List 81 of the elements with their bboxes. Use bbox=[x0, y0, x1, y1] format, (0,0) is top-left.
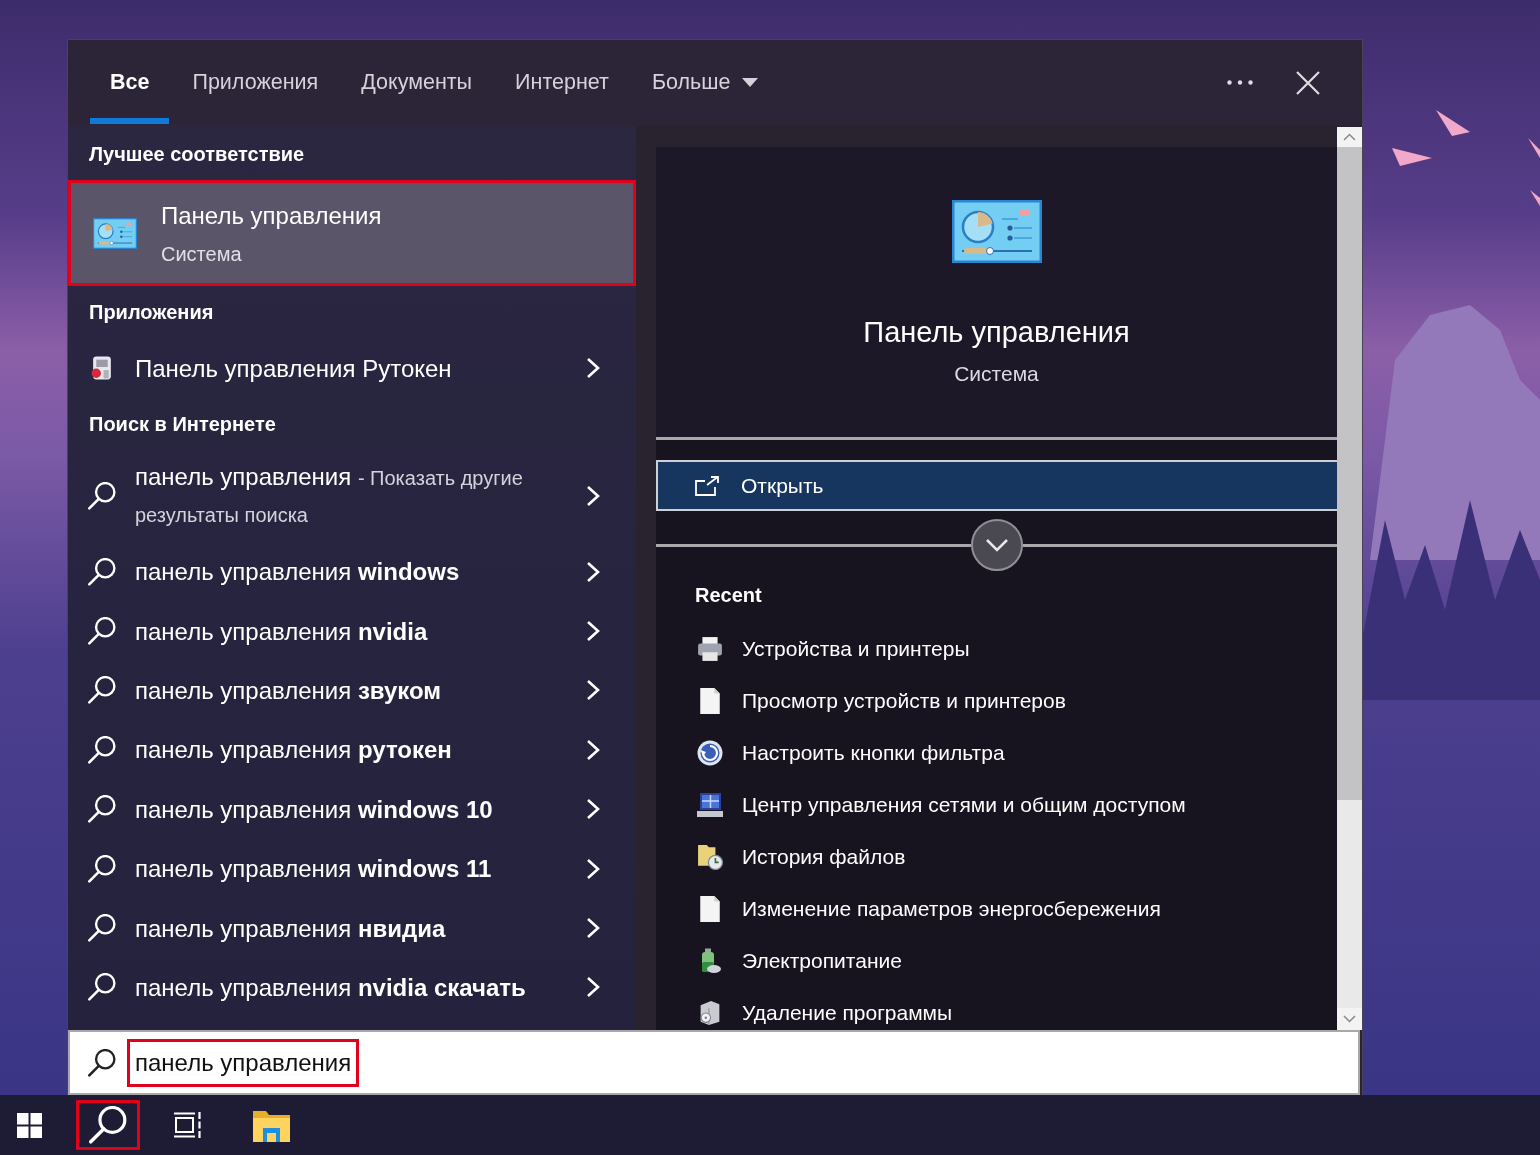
folder-icon bbox=[252, 1108, 290, 1142]
scroll-up-icon[interactable] bbox=[1337, 127, 1362, 147]
windows-logo-icon bbox=[16, 1112, 42, 1138]
tab[interactable]: Документы bbox=[341, 40, 493, 125]
recent-heading: Recent bbox=[695, 583, 762, 608]
web-result[interactable]: панель управления рутокен bbox=[68, 720, 636, 780]
scrollbar-thumb[interactable] bbox=[1337, 147, 1362, 800]
web-result[interactable]: панель управления windows bbox=[68, 542, 636, 602]
web-result[interactable]: панель управления nvidia скачать bbox=[68, 957, 636, 1018]
recent-item[interactable]: Просмотр устройств и принтеров bbox=[656, 675, 1337, 727]
web-result[interactable]: панель управления звуком bbox=[68, 660, 636, 721]
printer-icon bbox=[697, 637, 723, 661]
scrollbar[interactable] bbox=[1337, 127, 1362, 1030]
dial-icon bbox=[697, 740, 723, 766]
tab[interactable]: Приложения bbox=[172, 40, 339, 125]
search-icon bbox=[88, 914, 116, 943]
chevron-right-icon bbox=[586, 857, 600, 880]
recent-item[interactable]: Устройства и принтеры bbox=[656, 623, 1337, 675]
section-heading: Лучшее соответствие bbox=[89, 142, 305, 166]
task-view-icon bbox=[174, 1112, 202, 1138]
chevron-right-icon bbox=[586, 620, 600, 643]
search-icon bbox=[88, 1048, 116, 1077]
search-icon bbox=[88, 482, 116, 510]
app-result[interactable]: Панель управления Рутокен bbox=[68, 338, 636, 398]
control-panel-icon bbox=[93, 217, 137, 249]
recent-item[interactable]: История файлов bbox=[656, 831, 1337, 883]
folder-clock-icon bbox=[697, 844, 723, 870]
recent-item[interactable]: Электропитание bbox=[656, 935, 1337, 987]
chevron-right-icon bbox=[586, 485, 600, 507]
bird-icon bbox=[1530, 190, 1540, 206]
chevron-right-icon bbox=[586, 679, 600, 702]
best-match-result[interactable]: Панель управления Система bbox=[68, 180, 636, 286]
web-result[interactable]: панель управления windows 10 bbox=[68, 779, 636, 839]
recent-item[interactable]: Настроить кнопки фильтра bbox=[656, 727, 1337, 779]
result-title: Панель управления bbox=[161, 200, 382, 230]
chevron-right-icon bbox=[586, 357, 600, 379]
search-icon bbox=[88, 795, 116, 824]
recent-item[interactable]: Изменение параметров энергосбережения bbox=[656, 883, 1337, 935]
web-result[interactable]: панель управления nvidia bbox=[68, 601, 636, 661]
web-result[interactable]: панель управления нвидиа bbox=[68, 898, 636, 958]
chevron-right-icon bbox=[586, 976, 600, 999]
search-query: панель управления bbox=[127, 1038, 360, 1087]
search-icon bbox=[88, 617, 116, 646]
control-panel-icon bbox=[951, 200, 1042, 263]
bird-icon bbox=[1436, 110, 1470, 136]
section-heading: Поиск в Интернете bbox=[89, 412, 276, 436]
more-icon bbox=[1227, 80, 1253, 85]
tab[interactable]: Все bbox=[90, 40, 170, 125]
chevron-right-icon bbox=[586, 917, 600, 940]
search-icon bbox=[88, 973, 116, 1002]
taskbar-search-button[interactable] bbox=[76, 1100, 140, 1150]
web-result[interactable]: панель управления windows 11 bbox=[68, 838, 636, 899]
chevron-right-icon bbox=[586, 560, 600, 583]
bird-icon bbox=[1528, 138, 1540, 158]
preview-subtitle: Система bbox=[954, 361, 1039, 387]
section-heading: Приложения bbox=[89, 300, 214, 324]
result-subtitle: Система bbox=[161, 241, 242, 266]
chevron-down-icon bbox=[984, 538, 1009, 552]
search-icon bbox=[88, 676, 116, 705]
open-button[interactable]: Открыть bbox=[656, 460, 1337, 511]
close-icon bbox=[1296, 70, 1320, 95]
search-icon bbox=[88, 854, 116, 883]
web-result[interactable]: панель управления - Показать другие результаты поиска bbox=[68, 450, 636, 542]
bird-icon bbox=[1392, 148, 1432, 166]
document-icon bbox=[700, 896, 720, 922]
search-icon bbox=[88, 735, 116, 764]
recent-item[interactable]: Центр управления сетями и общим доступом bbox=[656, 779, 1337, 831]
software-box-icon bbox=[699, 1000, 721, 1026]
network-icon bbox=[697, 792, 723, 818]
search-field[interactable]: панель управления bbox=[68, 1030, 1360, 1095]
search-icon bbox=[89, 1106, 127, 1144]
tab[interactable]: Больше bbox=[631, 40, 779, 125]
open-icon bbox=[695, 475, 719, 496]
chevron-right-icon bbox=[586, 738, 600, 761]
caret-icon bbox=[742, 78, 759, 87]
preview-title: Панель управления bbox=[863, 315, 1130, 350]
expand-button[interactable] bbox=[970, 519, 1023, 571]
chevron-right-icon bbox=[586, 798, 600, 821]
search-icon bbox=[88, 557, 116, 586]
document-icon bbox=[700, 688, 720, 714]
tab[interactable]: Интернет bbox=[495, 40, 629, 125]
